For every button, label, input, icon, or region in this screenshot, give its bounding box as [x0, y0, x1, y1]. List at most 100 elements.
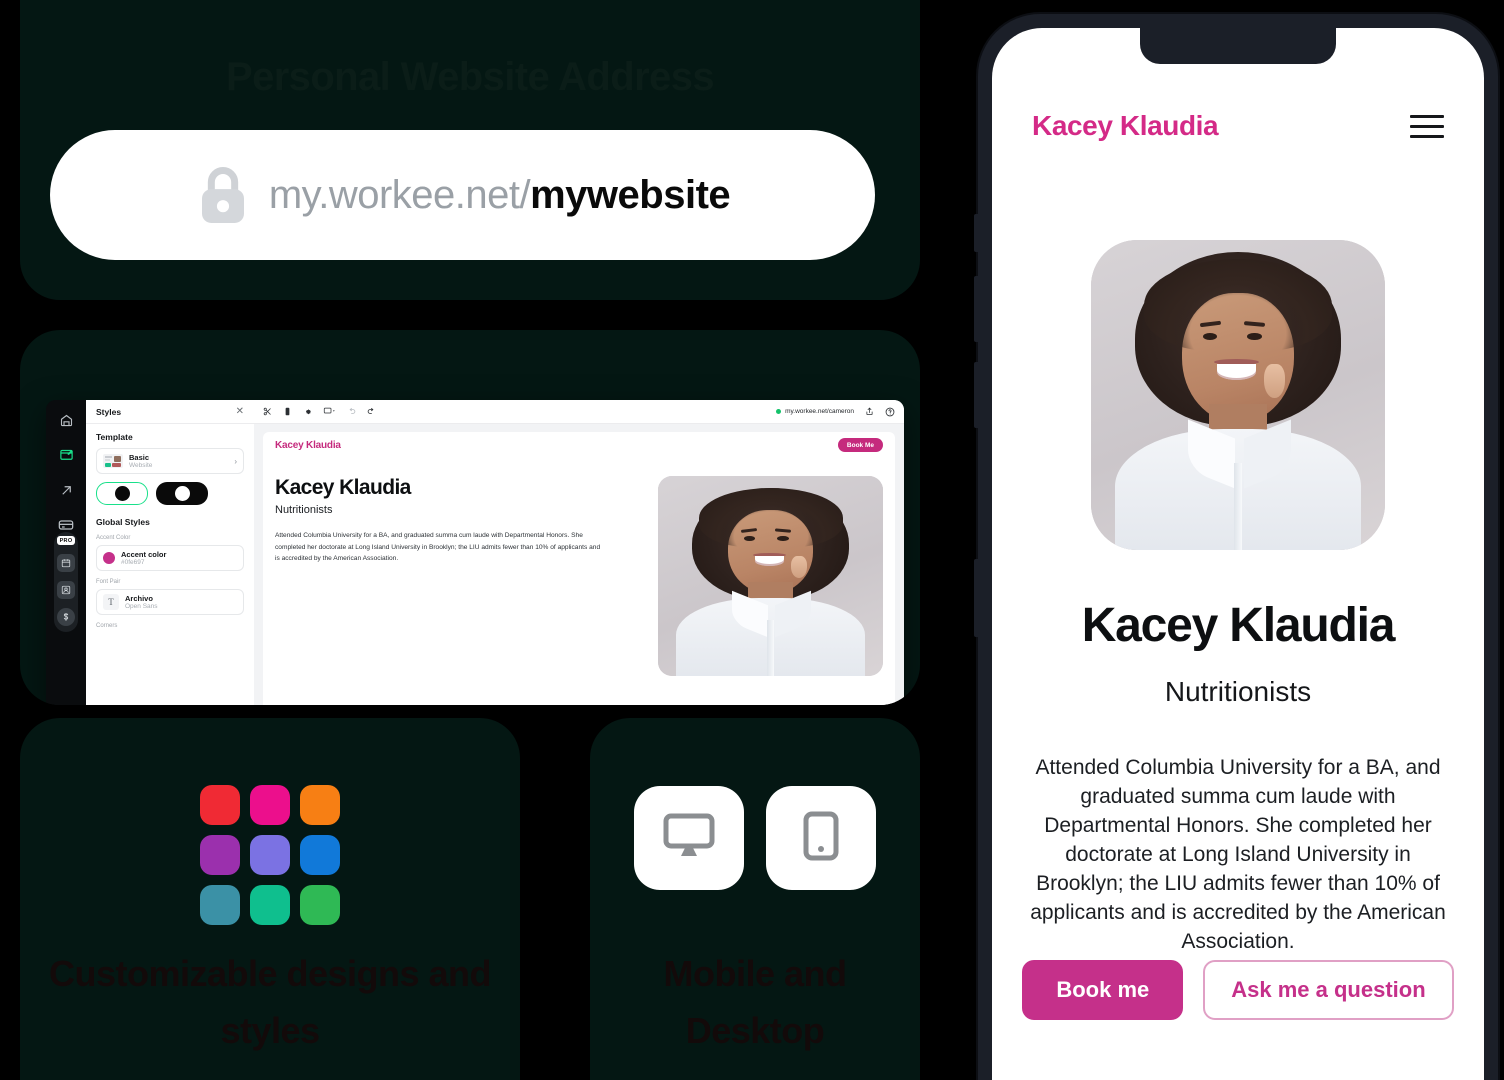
accent-color-swatch [103, 552, 115, 564]
accent-color-hex: #0fe697 [121, 559, 145, 566]
site-preview-subheading: Nutritionists [275, 504, 333, 516]
template-thumbnail [103, 454, 123, 468]
color-swatch[interactable] [300, 885, 340, 925]
desktop-monitor-icon [661, 811, 717, 866]
undo-icon[interactable] [347, 407, 356, 416]
template-section-title: Template [96, 432, 133, 442]
customizable-designs-card: Customizable designs and styles [20, 718, 520, 1080]
styles-icon[interactable] [263, 407, 272, 416]
mobile-tile[interactable] [766, 786, 876, 890]
close-icon[interactable]: ✕ [236, 406, 244, 417]
dollar-icon[interactable] [57, 608, 75, 626]
calendar-icon[interactable] [57, 554, 75, 572]
site-preview-book-button[interactable]: Book Me [837, 438, 883, 452]
editor-toolbar: my.workee.net/cameron [254, 400, 904, 424]
mobile-profile-heading: Kacey Klaudia [1081, 599, 1396, 652]
dark-theme-toggle[interactable] [156, 482, 208, 505]
settings-gear-icon[interactable] [303, 407, 312, 416]
color-swatch[interactable] [300, 785, 340, 825]
mobile-profile-subheading: Nutritionists [1164, 676, 1312, 707]
lock-icon [195, 164, 251, 226]
corners-label: Corners [96, 623, 118, 629]
global-styles-section-title: Global Styles [96, 517, 150, 527]
url-domain-text: my.workee.net/ [268, 172, 531, 217]
color-swatch[interactable] [250, 835, 290, 875]
styles-panel-header: Styles ✕ [86, 400, 254, 424]
phone-mockup: Kacey Klaudia Kacey Klaudia Nutritionist… [974, 14, 1498, 1080]
feature-cards-column: Personal Website Address my.workee.net/m… [0, 0, 920, 1080]
accent-color-row[interactable]: Accent color #0fe697 [96, 545, 244, 571]
device-tiles [634, 786, 876, 890]
share-icon[interactable] [865, 407, 874, 416]
card-title-url: Personal Website Address [225, 55, 715, 99]
color-swatch-grid [200, 785, 340, 925]
book-me-button[interactable]: Book me [1022, 960, 1184, 1020]
mobile-preview-icon[interactable] [283, 407, 292, 416]
color-swatch[interactable] [250, 785, 290, 825]
font-pair-row[interactable]: T Archivo Open Sans [96, 589, 244, 615]
phone-power-button [974, 559, 978, 637]
phone-notch [1140, 28, 1336, 64]
mobile-phone-icon [801, 810, 841, 867]
card-title-colors: Customizable designs and styles [48, 953, 492, 1051]
published-dot [776, 409, 782, 414]
pro-badge[interactable]: PRO [56, 536, 76, 545]
mobile-site-brand[interactable]: Kacey Klaudia [1032, 110, 1219, 142]
light-theme-toggle[interactable] [96, 482, 148, 505]
redo-icon[interactable] [367, 407, 376, 416]
styles-panel: Styles ✕ Template Basic Website › Global… [86, 400, 254, 705]
template-name: Basic [129, 453, 150, 462]
chevron-right-icon: › [234, 456, 237, 466]
mobile-site-nav: Kacey Klaudia [1032, 110, 1444, 142]
color-swatch[interactable] [250, 885, 290, 925]
styles-panel-title: Styles [96, 406, 122, 417]
url-slug-text: mywebsite [530, 172, 731, 217]
site-preview-heading: Kacey Klaudia [275, 476, 411, 499]
site-preview: Kacey Klaudia Book Me Kacey Klaudia Nutr… [263, 432, 895, 705]
website-editor-card: PRO Styles ✕ Template Basic Website › Gl… [20, 330, 920, 705]
share-arrow-icon[interactable] [54, 478, 78, 502]
template-selector-row[interactable]: Basic Website › [96, 448, 244, 474]
color-swatch[interactable] [200, 835, 240, 875]
editor-window: PRO Styles ✕ Template Basic Website › Gl… [46, 400, 904, 705]
font-pair-label: Font Pair [96, 579, 121, 585]
website-url-field[interactable]: my.workee.net/mywebsite [50, 130, 875, 260]
accent-color-label: Accent Color [96, 535, 131, 541]
hamburger-menu-icon[interactable] [1410, 114, 1444, 138]
font-secondary-name: Open Sans [125, 603, 158, 610]
mobile-profile-actions: Book me Ask me a question [992, 960, 1484, 1020]
template-type: Website [129, 462, 153, 469]
client-icon[interactable] [57, 581, 75, 599]
editor-sidebar-secondary-group: PRO [54, 532, 78, 632]
editor-preview-pane: my.workee.net/cameron Kacey Klaudia Book… [254, 400, 904, 705]
mobile-and-desktop-card: Mobile and Desktop [590, 718, 920, 1080]
phone-screen: Kacey Klaudia Kacey Klaudia Nutritionist… [992, 28, 1484, 1080]
card-title-devices: Mobile and Desktop [663, 953, 848, 1051]
phone-volume-up-button [974, 276, 978, 342]
site-preview-nav: Kacey Klaudia Book Me [263, 432, 895, 458]
color-swatch[interactable] [300, 835, 340, 875]
editor-sidebar: PRO [46, 400, 86, 705]
mobile-profile-bio: Attended Columbia University for a BA, a… [1030, 756, 1446, 953]
phone-volume-down-button [974, 362, 978, 428]
theme-toggle-group [96, 482, 244, 505]
preview-url[interactable]: my.workee.net/cameron [776, 408, 854, 415]
accent-color-name: Accent color [121, 550, 167, 559]
typography-icon: T [103, 594, 119, 610]
site-preview-photo [658, 476, 883, 676]
desktop-tile[interactable] [634, 786, 744, 890]
workee-logo-icon[interactable] [54, 408, 78, 432]
font-primary-name: Archivo [125, 594, 153, 603]
color-swatch[interactable] [200, 885, 240, 925]
color-swatch[interactable] [200, 785, 240, 825]
profile-photo [1091, 240, 1385, 550]
site-preview-brand: Kacey Klaudia [275, 439, 341, 451]
help-circle-icon[interactable] [885, 407, 895, 417]
desktop-preview-icon[interactable] [323, 407, 336, 416]
ask-me-a-question-button[interactable]: Ask me a question [1203, 960, 1454, 1020]
website-editor-icon[interactable] [54, 443, 78, 467]
site-preview-bio: Attended Columbia University for a BA, a… [275, 532, 601, 563]
personal-website-address-card: Personal Website Address my.workee.net/m… [20, 0, 920, 300]
phone-silent-switch [974, 214, 978, 252]
preview-url-text: my.workee.net/cameron [785, 408, 854, 415]
